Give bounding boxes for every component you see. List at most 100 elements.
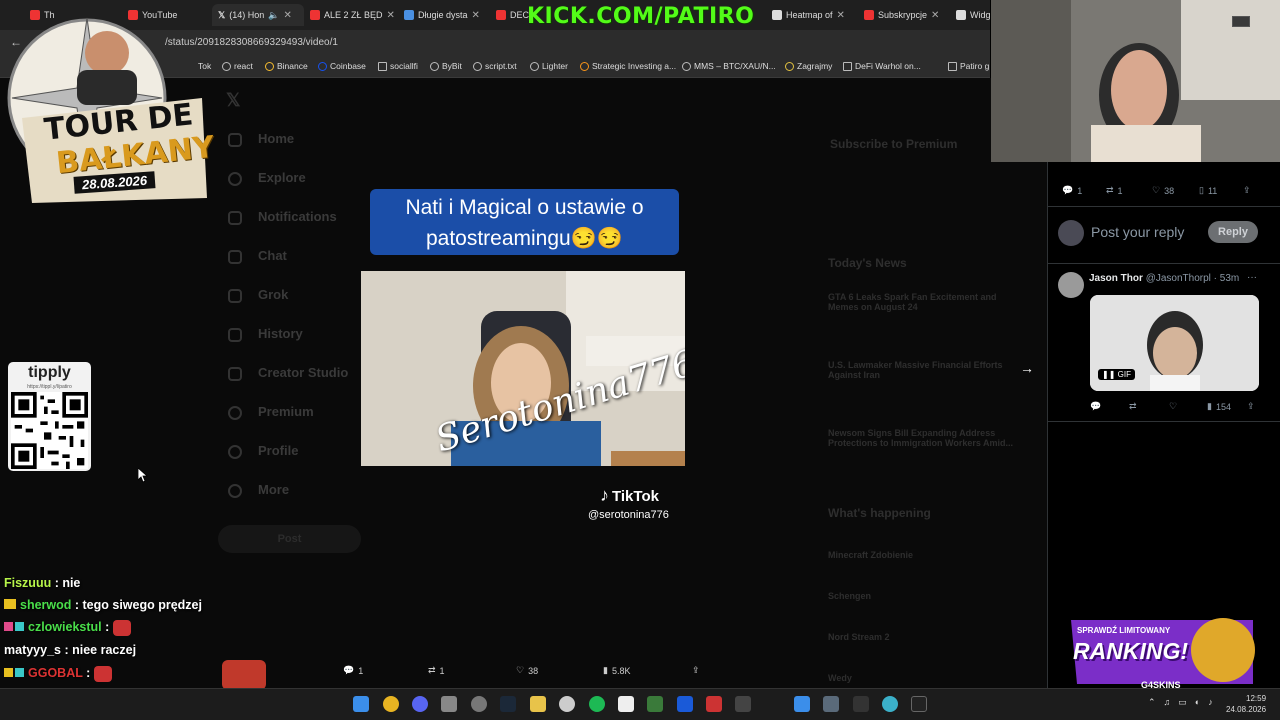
share-button[interactable]: ⇪ — [1243, 185, 1251, 196]
trend-item[interactable]: Minecraft Zdobienie — [828, 550, 913, 560]
avatar — [1058, 220, 1084, 246]
speaker-icon: 🔈 — [268, 9, 280, 20]
close-icon[interactable]: ✕ — [931, 10, 939, 21]
spotify-icon[interactable] — [589, 696, 605, 712]
bookmark-item[interactable]: Patiro g — [948, 61, 989, 71]
nav-chat[interactable]: Chat — [258, 248, 287, 263]
app-icon[interactable] — [882, 696, 898, 712]
bookmark-item[interactable]: Binance — [265, 61, 308, 71]
app-icon[interactable] — [735, 696, 751, 712]
bookmark-item[interactable]: sociallfi — [378, 61, 418, 71]
modal-views[interactable]: ▮ 5.8K — [603, 665, 630, 676]
bookmark-item[interactable]: DeFi Warhol on... — [843, 61, 921, 71]
trend-item[interactable]: Nord Stream 2 — [828, 632, 890, 642]
close-icon[interactable]: ✕ — [387, 10, 395, 21]
like-count[interactable]: ♡ 38 — [1152, 185, 1174, 196]
share-icon[interactable]: ⇪ — [1247, 401, 1255, 412]
reply-count[interactable]: 💬 1 — [1062, 185, 1082, 196]
discord-icon[interactable] — [412, 696, 428, 712]
heart-icon[interactable]: ♡ — [1169, 401, 1177, 412]
nav-notifications[interactable]: Notifications — [258, 209, 337, 224]
tiktok-username: @serotonina776 — [588, 509, 669, 521]
steam-icon[interactable] — [500, 696, 516, 712]
bookmark-item[interactable]: MMS – BTC/XAU/N... — [682, 61, 776, 71]
nav-more[interactable]: More — [258, 482, 289, 497]
tab-5[interactable]: Długie dysta ✕ — [404, 4, 480, 26]
grok-icon — [228, 289, 242, 303]
chrome-icon[interactable] — [383, 696, 399, 712]
reply-icon[interactable]: 💬 — [1090, 401, 1101, 412]
video-player[interactable]: Serotonina776 — [361, 271, 685, 466]
terminal-icon[interactable] — [911, 696, 927, 712]
close-icon[interactable]: ✕ — [284, 10, 292, 21]
news-item[interactable]: GTA 6 Leaks Spark Fan Excitement and Mem… — [828, 292, 1018, 312]
nav-profile[interactable]: Profile — [258, 443, 298, 458]
post-button[interactable]: Post — [218, 525, 361, 553]
app-icon[interactable] — [647, 696, 663, 712]
app-icon[interactable] — [618, 696, 634, 712]
tour-de-balkany-logo: TOUR DE BAŁKANY 28.08.2026 — [2, 8, 216, 208]
bell-icon — [228, 211, 242, 225]
bookmark-item[interactable]: script.txt — [473, 61, 517, 71]
tab-8[interactable]: Subskrypcje ✕ — [864, 4, 939, 26]
modal-reply-button[interactable]: 💬 1 — [343, 665, 363, 676]
settings-icon[interactable] — [471, 696, 487, 712]
trend-item[interactable]: Wedy — [828, 673, 852, 683]
reply-icon: 💬 — [343, 665, 355, 675]
trend-item[interactable]: Schengen — [828, 591, 871, 601]
more-icon[interactable]: ··· — [1247, 272, 1257, 283]
repost-count[interactable]: ⇄ 1 — [1106, 185, 1123, 196]
windows-start-icon[interactable] — [353, 696, 369, 712]
folder-icon[interactable] — [530, 696, 546, 712]
bookmark-item[interactable]: Coinbase — [318, 61, 366, 71]
close-icon[interactable]: ✕ — [472, 10, 480, 21]
close-icon[interactable]: ✕ — [837, 10, 845, 21]
x-app-icon[interactable] — [677, 696, 693, 712]
system-clock[interactable]: 12:59 24.08.2026 — [1226, 693, 1266, 715]
modal-repost-button[interactable]: ⇄ 1 — [428, 665, 445, 676]
chat-message: sherwod : tego siwego prędzej — [4, 595, 204, 616]
tab-9[interactable]: Widg — [956, 4, 991, 26]
badge-icon — [15, 622, 24, 631]
nav-history[interactable]: History — [258, 326, 303, 341]
bookmark-item[interactable]: Strategic Investing a... — [580, 61, 676, 71]
modal-like-button[interactable]: ♡ 38 — [516, 665, 538, 676]
bybit-icon — [430, 61, 439, 71]
tab-6[interactable]: DEC — [496, 4, 529, 26]
news-item[interactable]: Newsom Signs Bill Expanding Address Prot… — [828, 428, 1038, 448]
modal-share-button[interactable]: ⇪ — [692, 665, 700, 676]
notepad-icon[interactable] — [794, 696, 810, 712]
app-icon[interactable] — [823, 696, 839, 712]
repost-icon[interactable]: ⇄ — [1129, 401, 1137, 412]
nav-grok[interactable]: Grok — [258, 287, 288, 302]
reply-input[interactable]: Post your reply — [1091, 224, 1184, 240]
tab-7[interactable]: Heatmap of ✕ — [772, 4, 845, 26]
reply-author[interactable]: Jason Thor @JasonThorpl · 53m — [1089, 273, 1239, 284]
nav-creator-studio[interactable]: Creator Studio — [258, 365, 348, 380]
tab-4[interactable]: ALE 2 ZŁ BĘD ✕ — [310, 4, 395, 26]
app-icon[interactable] — [706, 696, 722, 712]
bookmark-item[interactable]: Lighter — [530, 61, 568, 71]
next-arrow-icon[interactable]: → — [1020, 360, 1034, 376]
reply-gif[interactable]: ❚❚ GIF — [1090, 295, 1259, 391]
x-logo-icon[interactable]: 𝕏 — [226, 90, 241, 111]
chat-message: matyyy_s : niee raczej — [4, 643, 137, 657]
ccleaner-icon[interactable] — [559, 696, 575, 712]
app-icon[interactable] — [853, 696, 869, 712]
news-item[interactable]: U.S. Lawmaker Massive Financial Efforts … — [828, 360, 1018, 380]
badge-icon — [15, 668, 24, 677]
bookmark-count[interactable]: ▯ 11 — [1199, 185, 1217, 196]
views-icon: ▮ — [603, 665, 608, 675]
nav-explore[interactable]: Explore — [258, 170, 306, 185]
nav-premium[interactable]: Premium — [258, 404, 314, 419]
nav-home[interactable]: Home — [258, 131, 294, 146]
reply-views[interactable]: ▮ 154 — [1207, 401, 1231, 412]
system-tray-icons[interactable]: ⌃♫▭◐♪ — [1148, 697, 1221, 708]
ranking-top-text: SPRAWDŹ LIMITOWANY — [1077, 626, 1171, 635]
bookmark-item[interactable]: Zagrajmy — [785, 61, 832, 71]
bookmark-item[interactable]: ByBit — [430, 61, 462, 71]
bookmark-item[interactable]: react — [222, 61, 253, 71]
tab-3[interactable]: 𝕏 (14) Hon 🔈 ✕ — [212, 4, 304, 26]
reply-button[interactable]: Reply — [1208, 221, 1258, 243]
snipping-icon[interactable] — [441, 696, 457, 712]
